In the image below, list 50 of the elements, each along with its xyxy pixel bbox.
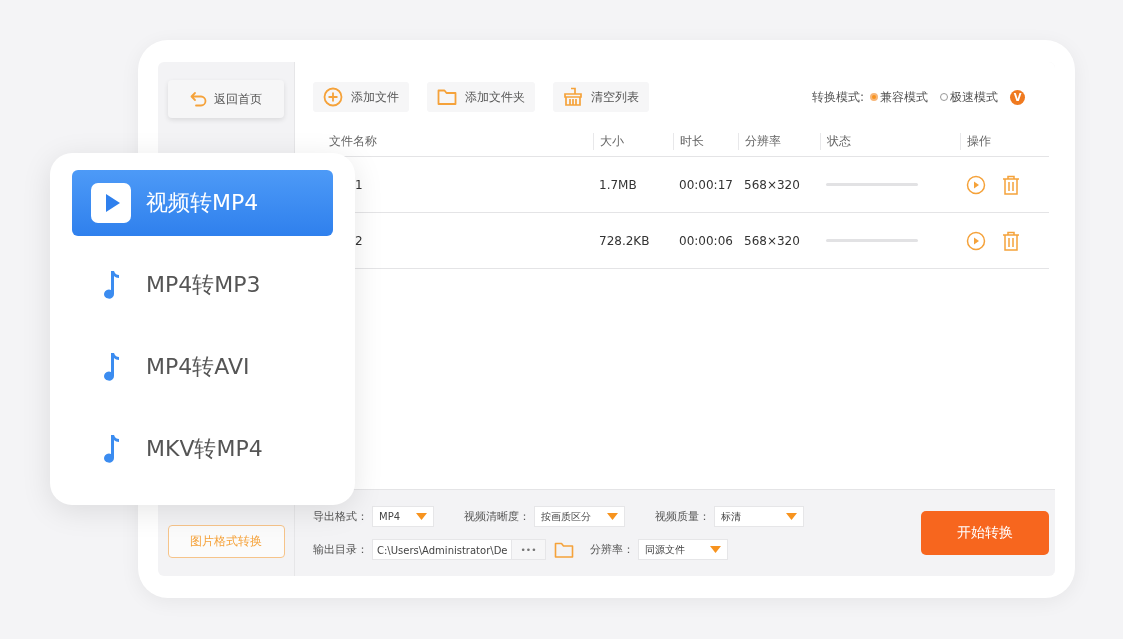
table-cell-text: 568×320 — [744, 177, 801, 192]
caret-icon — [710, 546, 721, 553]
play-icon — [90, 182, 132, 224]
menu-item[interactable]: MP4转AVI — [72, 334, 333, 400]
caret-icon — [786, 513, 797, 520]
setting-label: 视频质量： — [655, 509, 710, 524]
caret-icon — [416, 513, 427, 520]
broom-icon — [563, 87, 583, 107]
back-home-button[interactable]: 返回首页 — [168, 80, 284, 118]
column-header: 时长 — [673, 132, 744, 150]
setting-label: 输出目录： — [313, 542, 368, 557]
column-header: 文件名称 — [329, 132, 378, 150]
trash-icon[interactable] — [1002, 230, 1020, 251]
menu-item[interactable]: MP4转MP3 — [72, 252, 333, 318]
mode-label: 转换模式: — [811, 88, 864, 106]
setting-label: 分辨率： — [590, 542, 634, 557]
trash-icon[interactable] — [1002, 174, 1020, 195]
back-arrow-icon — [190, 91, 208, 107]
toolbar-button[interactable]: 添加文件 — [313, 82, 409, 112]
dropdown[interactable]: 同源文件 — [638, 539, 728, 560]
mode-radio[interactable]: 极速模式 — [940, 88, 998, 106]
table-cell-text: 728.2KB — [599, 233, 651, 248]
folder-icon — [437, 88, 457, 106]
table-cell-text: 00:00:17 — [679, 177, 734, 192]
play-icon[interactable] — [966, 174, 986, 195]
setting-label: 导出格式： — [313, 509, 368, 524]
dropdown[interactable]: 按画质区分 — [534, 506, 625, 527]
menu-item[interactable]: MKV转MP4 — [72, 416, 333, 482]
table-cell-text: 1 — [354, 177, 364, 192]
column-header: 状态 — [820, 132, 966, 150]
dropdown[interactable]: 标清 — [714, 506, 804, 527]
plus-circle-icon — [323, 87, 343, 107]
path-field[interactable]: C:\Users\Administrator\De — [372, 539, 512, 560]
column-header: 操作 — [960, 132, 1049, 150]
table-cell-text: 2 — [354, 233, 364, 248]
toolbar-button[interactable]: 添加文件夹 — [427, 82, 535, 112]
folder-icon[interactable] — [554, 540, 574, 559]
table-cell-text: 00:00:06 — [679, 233, 734, 248]
setting-label: 视频清晰度： — [464, 509, 530, 524]
mode-radio[interactable]: 兼容模式 — [870, 88, 928, 106]
column-header: 分辨率 — [738, 132, 826, 150]
dropdown[interactable]: MP4 — [372, 506, 434, 527]
table-cell-text: 1.7MB — [599, 177, 638, 192]
browse-button[interactable]: ••• — [512, 539, 546, 560]
play-icon[interactable] — [966, 230, 986, 251]
caret-icon — [607, 513, 618, 520]
vip-badge: V — [1010, 89, 1025, 105]
toolbar-button[interactable]: 清空列表 — [553, 82, 649, 112]
table-cell-text: 568×320 — [744, 233, 801, 248]
column-header: 大小 — [593, 132, 679, 150]
